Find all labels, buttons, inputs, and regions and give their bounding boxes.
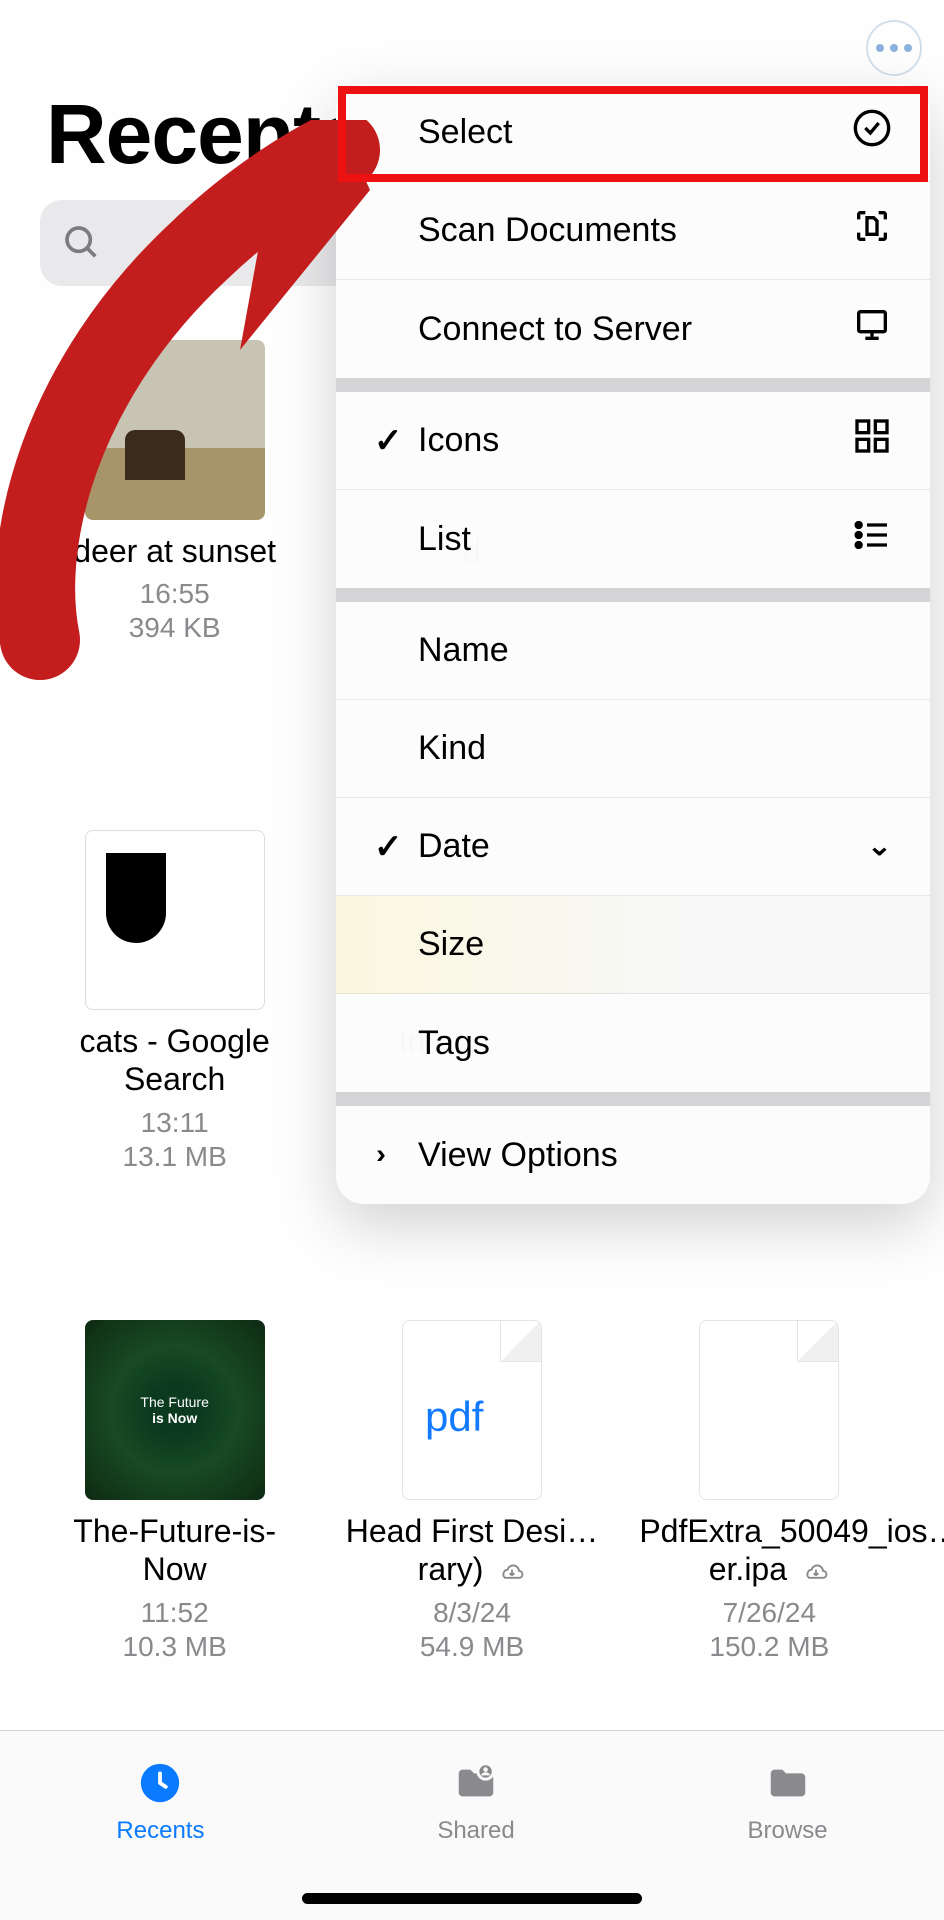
clock-icon — [130, 1759, 190, 1807]
menu-label: Size — [386, 925, 892, 964]
menu-label: Select — [386, 113, 852, 152]
file-size: 13.1 MB — [123, 1141, 227, 1173]
grid-icon — [852, 416, 892, 465]
menu-label: Scan Documents — [386, 211, 852, 250]
menu-sort-kind[interactable]: Kind — [336, 700, 930, 798]
file-time: 8/3/24 — [433, 1597, 511, 1629]
menu-label: View Options — [386, 1136, 892, 1175]
menu-sort-name[interactable]: Name — [336, 602, 930, 700]
menu-separator — [336, 588, 930, 602]
tab-recents[interactable]: Recents — [116, 1759, 204, 1845]
thumbnail-text: is Now — [152, 1410, 197, 1426]
file-thumbnail — [699, 1320, 839, 1500]
server-icon — [852, 305, 892, 354]
file-name: deer at sunset — [73, 532, 276, 570]
menu-scan-documents[interactable]: Scan Documents — [336, 182, 930, 280]
file-name: PdfExtra_50049_ios…er.ipa — [639, 1512, 899, 1589]
file-size: 150.2 MB — [709, 1631, 829, 1663]
file-item[interactable]: pdf Head First Desi…rary) 8/3/24 54.9 MB — [323, 1320, 620, 1800]
file-size: 394 KB — [129, 612, 221, 644]
scan-icon — [852, 206, 892, 255]
tab-browse[interactable]: Browse — [748, 1759, 828, 1845]
checkmark-icon: ✓ — [374, 827, 403, 867]
menu-separator — [336, 378, 930, 392]
folder-icon — [758, 1759, 818, 1807]
file-time: 7/26/24 — [723, 1597, 816, 1629]
tab-label: Browse — [748, 1817, 828, 1845]
file-name: Head First Desi…rary) — [342, 1512, 602, 1589]
file-name: cats - Google Search — [45, 1022, 305, 1099]
menu-view-list[interactable]: List — [336, 490, 930, 588]
ellipsis-icon — [876, 44, 912, 52]
checkmark-circle-icon — [852, 108, 892, 157]
tab-label: Shared — [437, 1817, 514, 1845]
menu-label: Tags — [386, 1024, 892, 1063]
menu-label: Kind — [386, 729, 892, 768]
file-thumbnail — [85, 830, 265, 1010]
file-thumbnail: The Future is Now — [85, 1320, 265, 1500]
menu-separator — [336, 1092, 930, 1106]
file-size: 10.3 MB — [123, 1631, 227, 1663]
menu-sort-size[interactable]: Size — [336, 896, 930, 994]
cloud-icon — [802, 1562, 830, 1582]
file-item[interactable]: deer at sunset 16:55 394 KB — [26, 340, 323, 820]
file-item[interactable]: cats - Google Search 13:11 13.1 MB — [26, 830, 323, 1310]
file-size: 54.9 MB — [420, 1631, 524, 1663]
menu-view-icons[interactable]: ✓ Icons — [336, 392, 930, 490]
file-item[interactable]: The Future is Now The-Future-is-Now 11:5… — [26, 1320, 323, 1800]
file-item[interactable]: PdfExtra_50049_ios…er.ipa 7/26/24 150.2 … — [621, 1320, 918, 1800]
checkmark-icon: ✓ — [374, 421, 403, 461]
file-name: The-Future-is-Now — [45, 1512, 305, 1589]
home-indicator — [302, 1893, 642, 1904]
menu-label: Date — [386, 827, 867, 866]
menu-sort-date[interactable]: ✓ Date ⌄ — [336, 798, 930, 896]
cloud-icon — [498, 1562, 526, 1582]
tab-shared[interactable]: Shared — [437, 1759, 514, 1845]
menu-label: Connect to Server — [386, 310, 852, 349]
list-icon — [852, 515, 892, 564]
menu-label: Icons — [386, 421, 852, 460]
search-icon — [62, 223, 102, 263]
file-thumbnail — [85, 340, 265, 520]
pdf-badge: pdf — [425, 1393, 483, 1441]
context-menu: Select Scan Documents Connect to Server … — [336, 84, 930, 1204]
chevron-right-icon: › — [376, 1140, 386, 1171]
file-time: 11:52 — [141, 1597, 209, 1629]
tab-bar: Recents Shared Browse — [0, 1730, 944, 1920]
more-options-button[interactable] — [866, 20, 922, 76]
menu-select[interactable]: Select — [336, 84, 930, 182]
menu-sort-tags[interactable]: Tags — [336, 994, 930, 1092]
chevron-down-icon: ⌄ — [867, 831, 892, 863]
menu-label: Name — [386, 631, 892, 670]
menu-connect-server[interactable]: Connect to Server — [336, 280, 930, 378]
shared-folder-icon — [446, 1759, 506, 1807]
page-title: Recents — [46, 86, 366, 183]
menu-label: List — [386, 520, 852, 559]
tab-label: Recents — [116, 1817, 204, 1845]
file-time: 16:55 — [140, 578, 210, 610]
menu-view-options[interactable]: › View Options — [336, 1106, 930, 1204]
file-thumbnail: pdf — [402, 1320, 542, 1500]
file-time: 13:11 — [141, 1107, 209, 1139]
thumbnail-text: The Future — [140, 1394, 208, 1410]
